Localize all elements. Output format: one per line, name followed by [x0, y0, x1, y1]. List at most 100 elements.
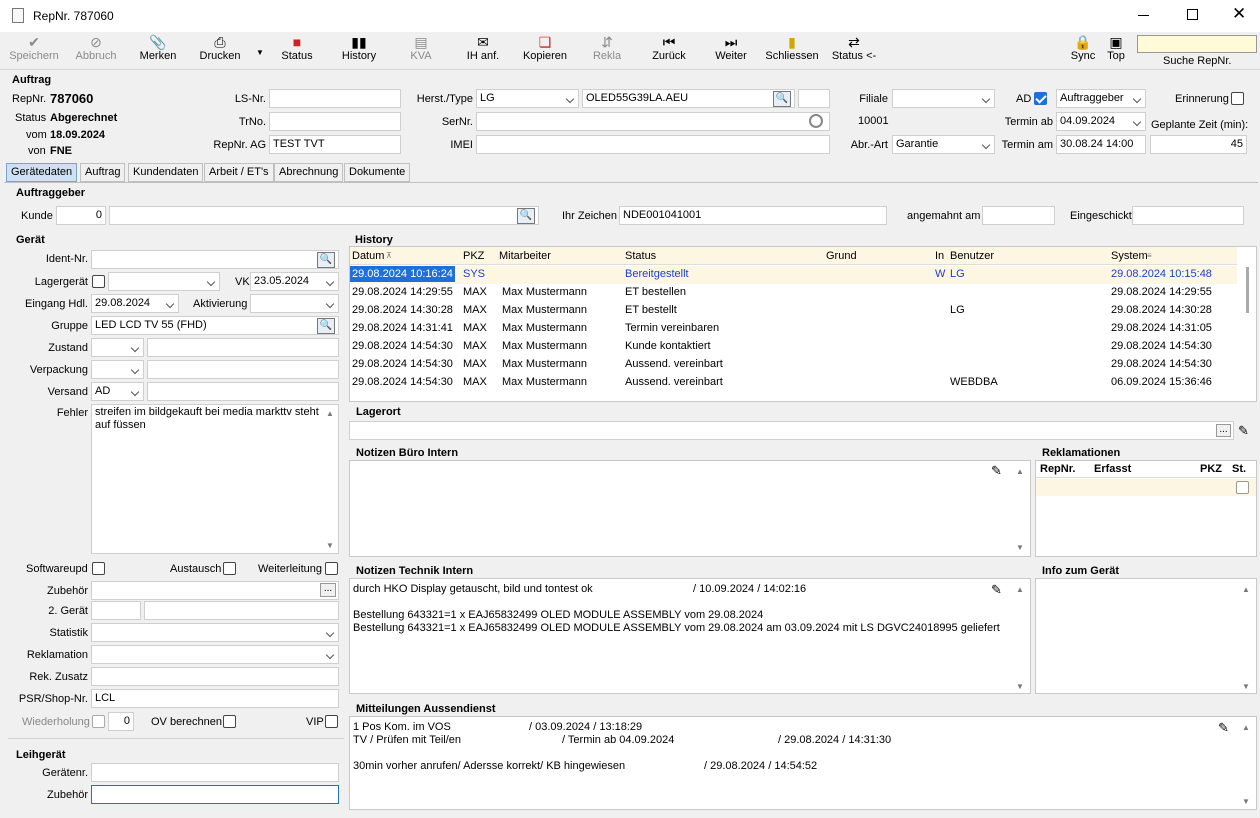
notizen-buero-edit-icon[interactable]: ✎: [991, 463, 1002, 479]
close-icon[interactable]: ✕: [1232, 4, 1246, 24]
kunde-number-input[interactable]: 0: [56, 206, 106, 225]
maximize-icon[interactable]: [1187, 9, 1198, 20]
filiale-select[interactable]: [892, 89, 995, 108]
table-row[interactable]: 29.08.2024 10:16:24 SYS Bereitgestellt W LG 2…: [350, 266, 1237, 284]
mitteilungen-scroll-down-icon[interactable]: ▼: [1242, 797, 1250, 806]
info-geraet-panel[interactable]: [1035, 578, 1257, 694]
imei-input[interactable]: [476, 135, 830, 154]
angemahnt-input[interactable]: [982, 206, 1055, 225]
repnr-ag-input[interactable]: TEST TVT: [269, 135, 401, 154]
aktivierung-input[interactable]: [250, 294, 339, 313]
col-status[interactable]: Status: [625, 250, 656, 262]
zweites-geraet-input[interactable]: [91, 601, 141, 620]
ad-select[interactable]: Auftraggeber: [1056, 89, 1146, 108]
status-button[interactable]: ■ Status: [267, 34, 327, 62]
copy-button[interactable]: ❏ Kopieren: [515, 34, 575, 62]
ad-checkbox[interactable]: [1034, 92, 1047, 105]
abr-art-select[interactable]: Garantie: [892, 135, 995, 154]
print-button[interactable]: ⎙ Drucken: [190, 34, 250, 62]
trno-input[interactable]: [269, 112, 401, 131]
status-back-button[interactable]: ⇄ Status <-: [824, 34, 884, 62]
vk-date-input[interactable]: 23.05.2024: [250, 272, 339, 291]
eingang-date-input[interactable]: 29.08.2024: [91, 294, 179, 313]
rekl-st-checkbox[interactable]: [1236, 481, 1249, 494]
col-in[interactable]: In: [935, 250, 944, 262]
lagerort-edit-icon[interactable]: ✎: [1238, 423, 1249, 439]
wiederholung-count-input[interactable]: 0: [108, 712, 134, 731]
ih-request-button[interactable]: ✉ IH anf.: [453, 34, 513, 62]
zweites-geraet-text-input[interactable]: [144, 601, 339, 620]
reklamation-select[interactable]: [91, 645, 339, 664]
close-doc-button[interactable]: ▮ Schliessen: [762, 34, 822, 62]
termin-ab-input[interactable]: 04.09.2024: [1056, 112, 1146, 131]
sernr-input[interactable]: [476, 112, 830, 131]
table-row[interactable]: 29.08.2024 14:54:30 MAX Max Mustermann Auss…: [350, 374, 1237, 392]
table-row[interactable]: 29.08.2024 14:54:30 MAX Max Mustermann Kund…: [350, 338, 1237, 356]
tab-arbeit-ets[interactable]: Arbeit / ET's: [204, 163, 274, 182]
zustand-select[interactable]: [91, 338, 144, 357]
fehler-scroll-up-icon[interactable]: ▲: [326, 409, 334, 418]
print-dropdown-icon[interactable]: ▼: [256, 48, 264, 57]
sync-button[interactable]: 🔒 Sync: [1064, 34, 1102, 62]
tab-geraetedaten[interactable]: Gerätedaten: [6, 163, 78, 182]
ov-berechnen-checkbox[interactable]: [223, 715, 236, 728]
rekl-col-erfasst[interactable]: Erfasst: [1094, 463, 1131, 475]
col-pkz[interactable]: PKZ: [463, 250, 484, 262]
lagergeraet-select[interactable]: [108, 272, 220, 291]
tab-dokumente[interactable]: Dokumente: [344, 163, 411, 182]
forward-button[interactable]: ⏭ Weiter: [701, 34, 761, 62]
remember-button[interactable]: 📎 Merken: [128, 34, 188, 62]
history-button[interactable]: ▮▮ History: [329, 34, 389, 62]
versand-text-input[interactable]: [147, 382, 339, 401]
fehler-scroll-down-icon[interactable]: ▼: [326, 541, 334, 550]
cancel-button[interactable]: ⊘ Abbruch: [66, 34, 126, 62]
leih-zubehoer-input[interactable]: [91, 785, 339, 804]
notizen-buero-panel[interactable]: [349, 460, 1031, 557]
vip-checkbox[interactable]: [325, 715, 338, 728]
notizen-technik-panel[interactable]: [349, 578, 1031, 694]
erinnerung-checkbox[interactable]: [1231, 92, 1244, 105]
top-button[interactable]: ▣ Top: [1101, 34, 1131, 62]
table-row[interactable]: 29.08.2024 14:29:55 MAX Max Mustermann ET b…: [350, 284, 1237, 302]
save-button[interactable]: ✔ Speichern: [4, 34, 64, 62]
wiederholung-checkbox[interactable]: [92, 715, 105, 728]
col-datum[interactable]: Datum: [352, 250, 384, 262]
verpackung-select[interactable]: [91, 360, 144, 379]
type-lookup-icon[interactable]: 🔍: [773, 91, 791, 107]
gruppe-lookup-icon[interactable]: 🔍: [317, 318, 335, 334]
col-system[interactable]: System: [1111, 250, 1148, 262]
reklamationen-new-row[interactable]: [1036, 479, 1256, 496]
ihr-zeichen-input[interactable]: NDE001041001: [619, 206, 887, 225]
lagerort-more-button[interactable]: ...: [1216, 424, 1231, 437]
col-mitarbeiter[interactable]: Mitarbeiter: [499, 250, 551, 262]
mitteilungen-edit-icon[interactable]: ✎: [1218, 720, 1229, 736]
leih-geraetenr-input[interactable]: [91, 763, 339, 782]
fehler-textarea[interactable]: streifen im bildgekauft bei media marktt…: [91, 404, 339, 554]
verpackung-text-input[interactable]: [147, 360, 339, 379]
zubehoer-more-button[interactable]: ...: [320, 583, 336, 597]
lagergeraet-checkbox[interactable]: [92, 275, 105, 288]
history-scrollbar[interactable]: [1246, 267, 1249, 313]
geplante-zeit-input[interactable]: 45: [1150, 135, 1247, 154]
col-grund[interactable]: Grund: [826, 250, 857, 262]
austausch-checkbox[interactable]: [223, 562, 236, 575]
info-geraet-scroll-down-icon[interactable]: ▼: [1242, 682, 1250, 691]
eingeschickt-input[interactable]: [1132, 206, 1244, 225]
manufacturer-select[interactable]: LG: [476, 89, 579, 108]
mitteilungen-scroll-up-icon[interactable]: ▲: [1242, 723, 1250, 732]
notizen-technik-edit-icon[interactable]: ✎: [991, 582, 1002, 598]
rekl-col-st[interactable]: St.: [1232, 463, 1246, 475]
table-row[interactable]: 29.08.2024 14:30:28 MAX Max Mustermann ET b…: [350, 302, 1237, 320]
notizen-buero-scroll-up-icon[interactable]: ▲: [1016, 467, 1024, 476]
zubehoer-input[interactable]: [91, 581, 339, 600]
notizen-technik-scroll-down-icon[interactable]: ▼: [1016, 682, 1024, 691]
target-icon[interactable]: [809, 114, 823, 128]
type-input[interactable]: OLED55G39LA.AEU: [582, 89, 795, 108]
minimize-icon[interactable]: [1138, 15, 1149, 16]
termin-am-input[interactable]: 30.08.24 14:00: [1056, 135, 1146, 154]
statistik-select[interactable]: [91, 623, 339, 642]
table-row[interactable]: 29.08.2024 14:54:30 MAX Max Mustermann Auss…: [350, 356, 1237, 374]
table-row[interactable]: 29.08.2024 14:31:41 MAX Max Mustermann Term…: [350, 320, 1237, 338]
psr-shop-input[interactable]: LCL: [91, 689, 339, 708]
kunde-name-input[interactable]: [109, 206, 539, 225]
